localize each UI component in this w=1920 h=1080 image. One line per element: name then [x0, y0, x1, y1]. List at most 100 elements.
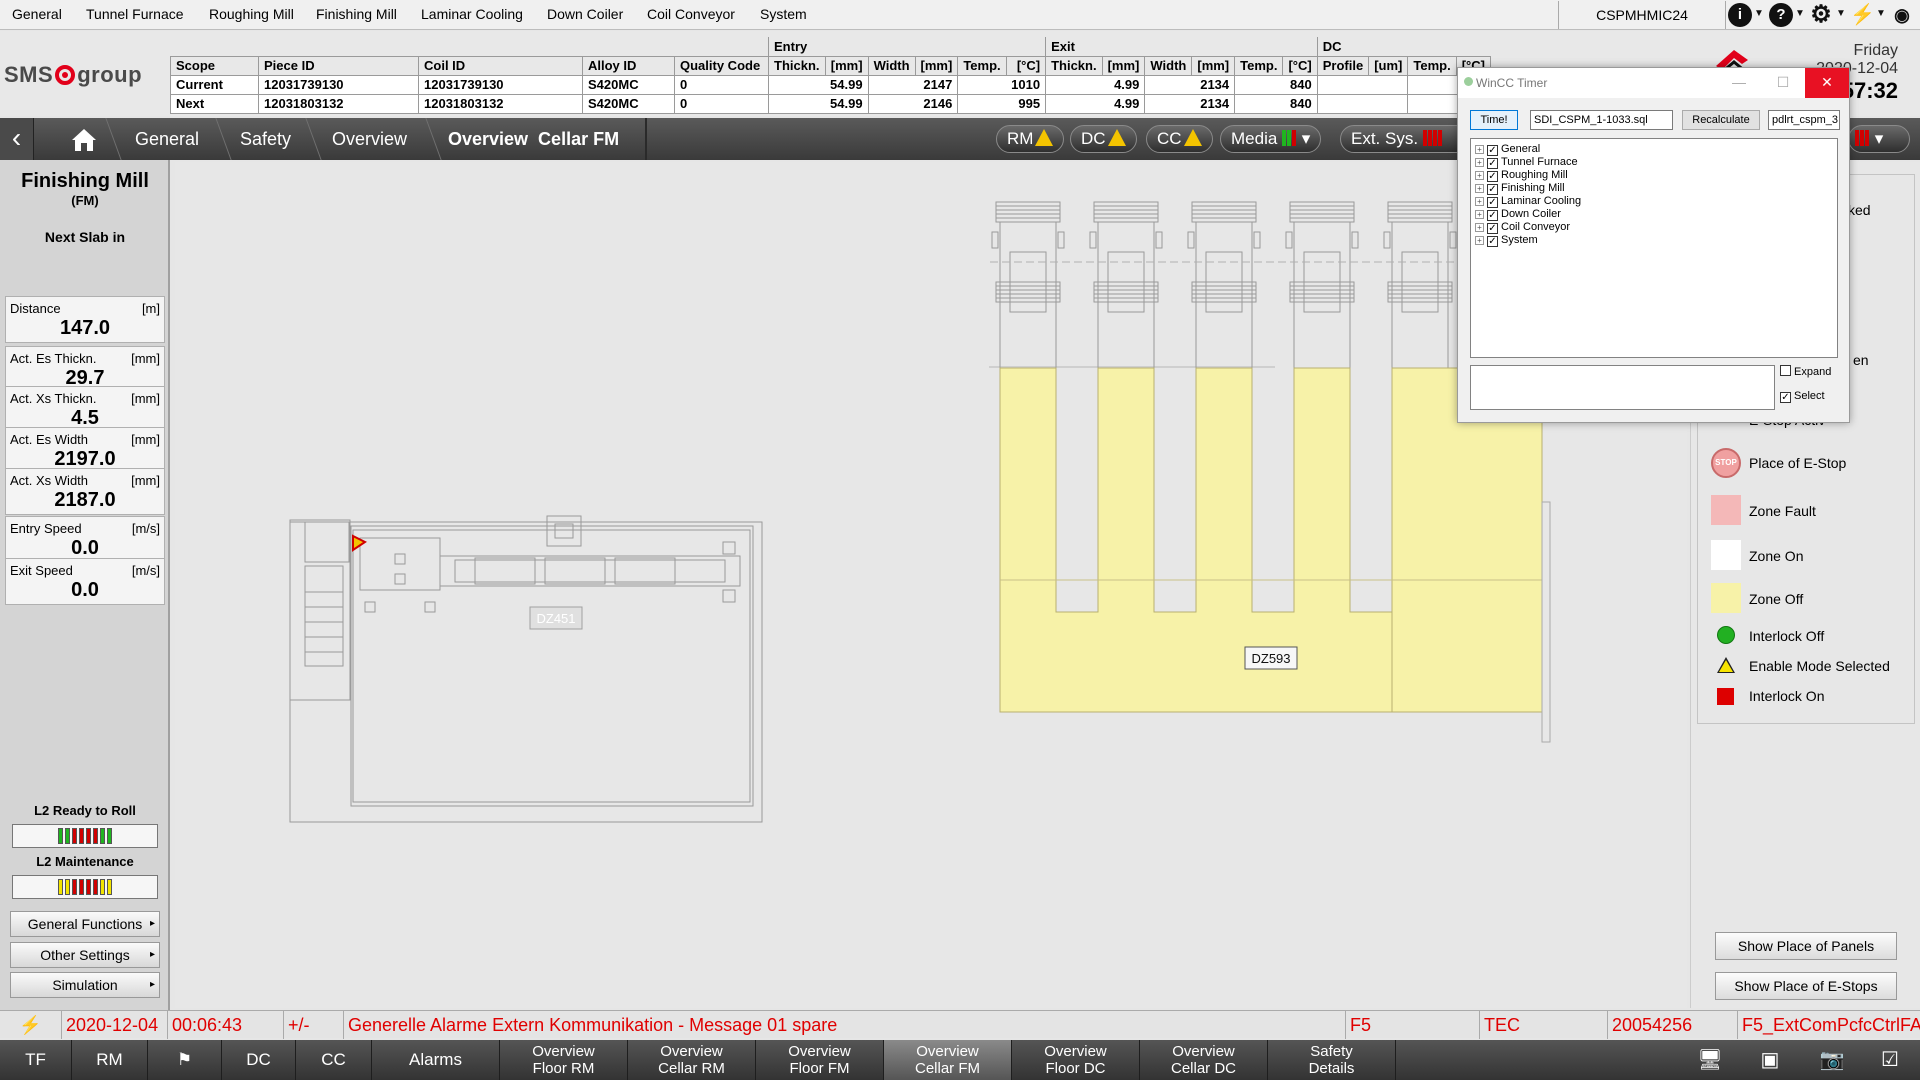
nav-overview-floor-rm[interactable]: Overview Floor RM [500, 1040, 628, 1080]
nav-cc[interactable]: CC [296, 1040, 372, 1080]
nav-overview-cellar-rm[interactable]: Overview Cellar RM [628, 1040, 756, 1080]
menu-finishing-mill[interactable]: Finishing Mill [316, 6, 397, 22]
nav-overview-floor-fm[interactable]: Overview Floor FM [756, 1040, 884, 1080]
alarm-status-bar[interactable]: ⚡ 2020-12-04 00:06:43 +/- Generelle Alar… [0, 1010, 1920, 1039]
database-name-input[interactable]: pdlrt_cspm_3 [1768, 110, 1840, 130]
camera-icon[interactable]: 📷 [1810, 1040, 1854, 1080]
dialog-titlebar[interactable]: WinCC Timer — ☐ ✕ [1458, 68, 1849, 98]
ext-sys-status-pill[interactable]: Ext. Sys. [1340, 125, 1470, 153]
time-button[interactable]: Time! [1470, 110, 1518, 130]
menu-roughing-mill[interactable]: Roughing Mill [209, 6, 294, 22]
nav-tf[interactable]: TF [0, 1040, 72, 1080]
table-header-cell: Width [867, 55, 916, 76]
nav-overview-cellar-dc[interactable]: Overview Cellar DC [1140, 1040, 1268, 1080]
eye-icon[interactable]: ◉ [1890, 3, 1914, 27]
lightning-icon[interactable]: ⚡ [1850, 3, 1875, 27]
cc-status-pill[interactable]: CC [1146, 125, 1213, 153]
value-label: Distance [10, 301, 61, 316]
media-status-pill[interactable]: Media ▾ [1220, 125, 1322, 153]
nav-safety-details[interactable]: Safety Details [1268, 1040, 1396, 1080]
menu-general[interactable]: General [12, 6, 62, 22]
other-settings-button[interactable]: Other Settings [10, 942, 160, 968]
ext-sys-status-bars [1422, 128, 1443, 154]
tree-node[interactable]: + ✓ Down Coiler [1475, 207, 1561, 221]
alarm-class: TEC [1480, 1011, 1608, 1039]
menu-laminar-cooling[interactable]: Laminar Cooling [421, 6, 523, 22]
chevron-down-icon[interactable]: ▼ [1836, 8, 1846, 19]
nav-rm[interactable]: RM [72, 1040, 148, 1080]
crumb-overview[interactable]: Overview [332, 118, 407, 160]
tree-node[interactable]: + ✓ Coil Conveyor [1475, 220, 1570, 234]
tree-checkbox[interactable]: ✓ [1487, 236, 1498, 247]
nav-dc[interactable]: DC [222, 1040, 296, 1080]
expand-icon[interactable]: + [1475, 210, 1484, 219]
info-icon[interactable]: i [1728, 3, 1752, 27]
value-label: Exit Speed [10, 563, 73, 578]
rm-status-pill[interactable]: RM [996, 125, 1065, 153]
warning-icon [1107, 129, 1126, 146]
minimize-icon[interactable]: — [1717, 68, 1761, 98]
tree-node-label: Tunnel Furnace [1501, 156, 1578, 168]
expand-icon[interactable]: + [1475, 184, 1484, 193]
expand-icon[interactable]: + [1475, 236, 1484, 245]
tree-node-label: Finishing Mill [1501, 182, 1565, 194]
maximize-icon[interactable]: ☐ [1761, 68, 1805, 98]
extra-status-pill[interactable]: ▾ [1848, 125, 1910, 153]
tree-node[interactable]: + ✓ Laminar Cooling [1475, 194, 1581, 208]
expand-icon[interactable]: + [1475, 158, 1484, 167]
value-label: Act. Xs Thickn. [10, 391, 97, 406]
chevron-down-icon[interactable]: ▼ [1876, 8, 1886, 19]
menu-down-coiler[interactable]: Down Coiler [547, 6, 623, 22]
expand-checkbox[interactable]: Expand [1780, 365, 1831, 378]
dialog-title: WinCC Timer [1476, 76, 1548, 90]
chevron-down-icon[interactable]: ▼ [1795, 8, 1805, 19]
nav-alarms[interactable]: Alarms [372, 1040, 500, 1080]
chevron-down-icon[interactable]: ▼ [1754, 8, 1764, 19]
checklist-icon[interactable]: ☑ [1868, 1040, 1912, 1080]
nav-overview-cellar-fm[interactable]: Overview Cellar FM [884, 1040, 1012, 1080]
table-header-cell: Thickn. [768, 55, 826, 76]
gear-icon[interactable]: ⚙ [1809, 3, 1833, 27]
table-cell: 4.99 [1102, 74, 1146, 95]
table-cell [867, 93, 916, 114]
general-functions-button[interactable]: General Functions [10, 911, 160, 937]
flag-icon[interactable]: ⚑ [148, 1040, 222, 1080]
value-unit: [m] [141, 301, 160, 316]
legend-place-of-estop: Place of E-Stop [1749, 455, 1847, 471]
expand-icon[interactable]: + [1475, 171, 1484, 180]
show-place-of-estops-button[interactable]: Show Place of E-Stops [1715, 972, 1897, 1000]
close-icon[interactable]: ✕ [1805, 68, 1849, 98]
tree-node[interactable]: + ✓ General [1475, 142, 1540, 156]
show-place-of-panels-button[interactable]: Show Place of Panels [1715, 932, 1897, 960]
alarm-area: F5 [1346, 1011, 1480, 1039]
expand-icon[interactable]: + [1475, 223, 1484, 232]
nav-overview-floor-dc[interactable]: Overview Floor DC [1012, 1040, 1140, 1080]
expand-icon[interactable]: + [1475, 197, 1484, 206]
crumb-safety[interactable]: Safety [240, 118, 291, 160]
area-tree[interactable]: + ✓ General + ✓ Tunnel Furnace + ✓ Roughing Mill… [1470, 138, 1838, 358]
table-cell: S420MC [582, 74, 675, 95]
table-cell [768, 93, 826, 114]
alarm-lightning-icon[interactable]: ⚡ [0, 1011, 62, 1039]
menu-coil-conveyor[interactable]: Coil Conveyor [647, 6, 735, 22]
menu-tunnel-furnace[interactable]: Tunnel Furnace [86, 6, 184, 22]
menu-system[interactable]: System [760, 6, 807, 22]
tree-node[interactable]: + ✓ Finishing Mill [1475, 181, 1565, 195]
help-icon[interactable]: ? [1769, 3, 1793, 27]
tree-node[interactable]: + ✓ Roughing Mill [1475, 168, 1568, 182]
monitor-icon[interactable]: 🖥 [1688, 1040, 1732, 1080]
simulation-button[interactable]: Simulation [10, 972, 160, 998]
select-checkbox[interactable]: ✓ Select [1780, 390, 1825, 403]
tree-node[interactable]: + ✓ Tunnel Furnace [1475, 155, 1578, 169]
recalculate-button[interactable]: Recalculate [1682, 110, 1760, 130]
dc-status-pill[interactable]: DC [1070, 125, 1137, 153]
back-icon[interactable]: ‹ [0, 118, 34, 160]
output-textbox[interactable] [1470, 365, 1775, 410]
expand-icon[interactable]: + [1475, 145, 1484, 154]
table-cell: 54.99 [825, 74, 869, 95]
zone-fault-swatch [1711, 495, 1741, 525]
crumb-general[interactable]: General [135, 118, 199, 160]
tree-node[interactable]: + ✓ System [1475, 233, 1538, 247]
screen-settings-icon[interactable]: ▣ [1748, 1040, 1792, 1080]
sql-file-input[interactable]: SDI_CSPM_1-1033.sql [1530, 110, 1673, 130]
